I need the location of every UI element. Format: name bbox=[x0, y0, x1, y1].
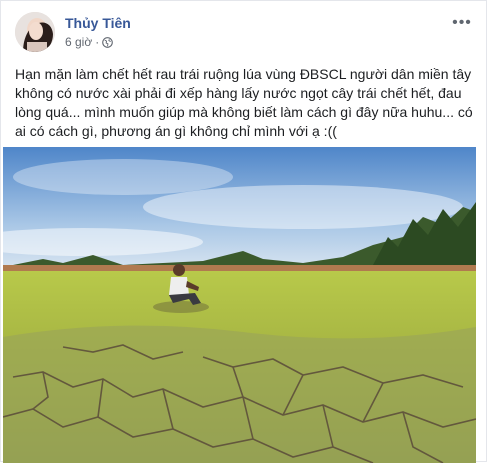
avatar[interactable] bbox=[15, 12, 55, 52]
meta-separator: · bbox=[95, 35, 100, 49]
more-options-icon[interactable]: ••• bbox=[452, 14, 472, 31]
post-header: Thủy Tiên 6 giờ · ••• bbox=[11, 9, 476, 53]
post-photo[interactable] bbox=[3, 147, 476, 463]
post-time[interactable]: 6 giờ bbox=[65, 35, 92, 49]
drought-field-photo bbox=[3, 147, 476, 463]
post-meta: 6 giờ · bbox=[65, 35, 114, 49]
avatar-image bbox=[15, 12, 55, 52]
post-text: Hạn mặn làm chết hết rau trái ruộng lúa … bbox=[15, 66, 473, 139]
globe-icon[interactable] bbox=[102, 36, 114, 48]
facebook-post: Thủy Tiên 6 giờ · ••• Hạn mặn làm chết h… bbox=[0, 0, 487, 463]
author-name[interactable]: Thủy Tiên bbox=[65, 15, 131, 31]
